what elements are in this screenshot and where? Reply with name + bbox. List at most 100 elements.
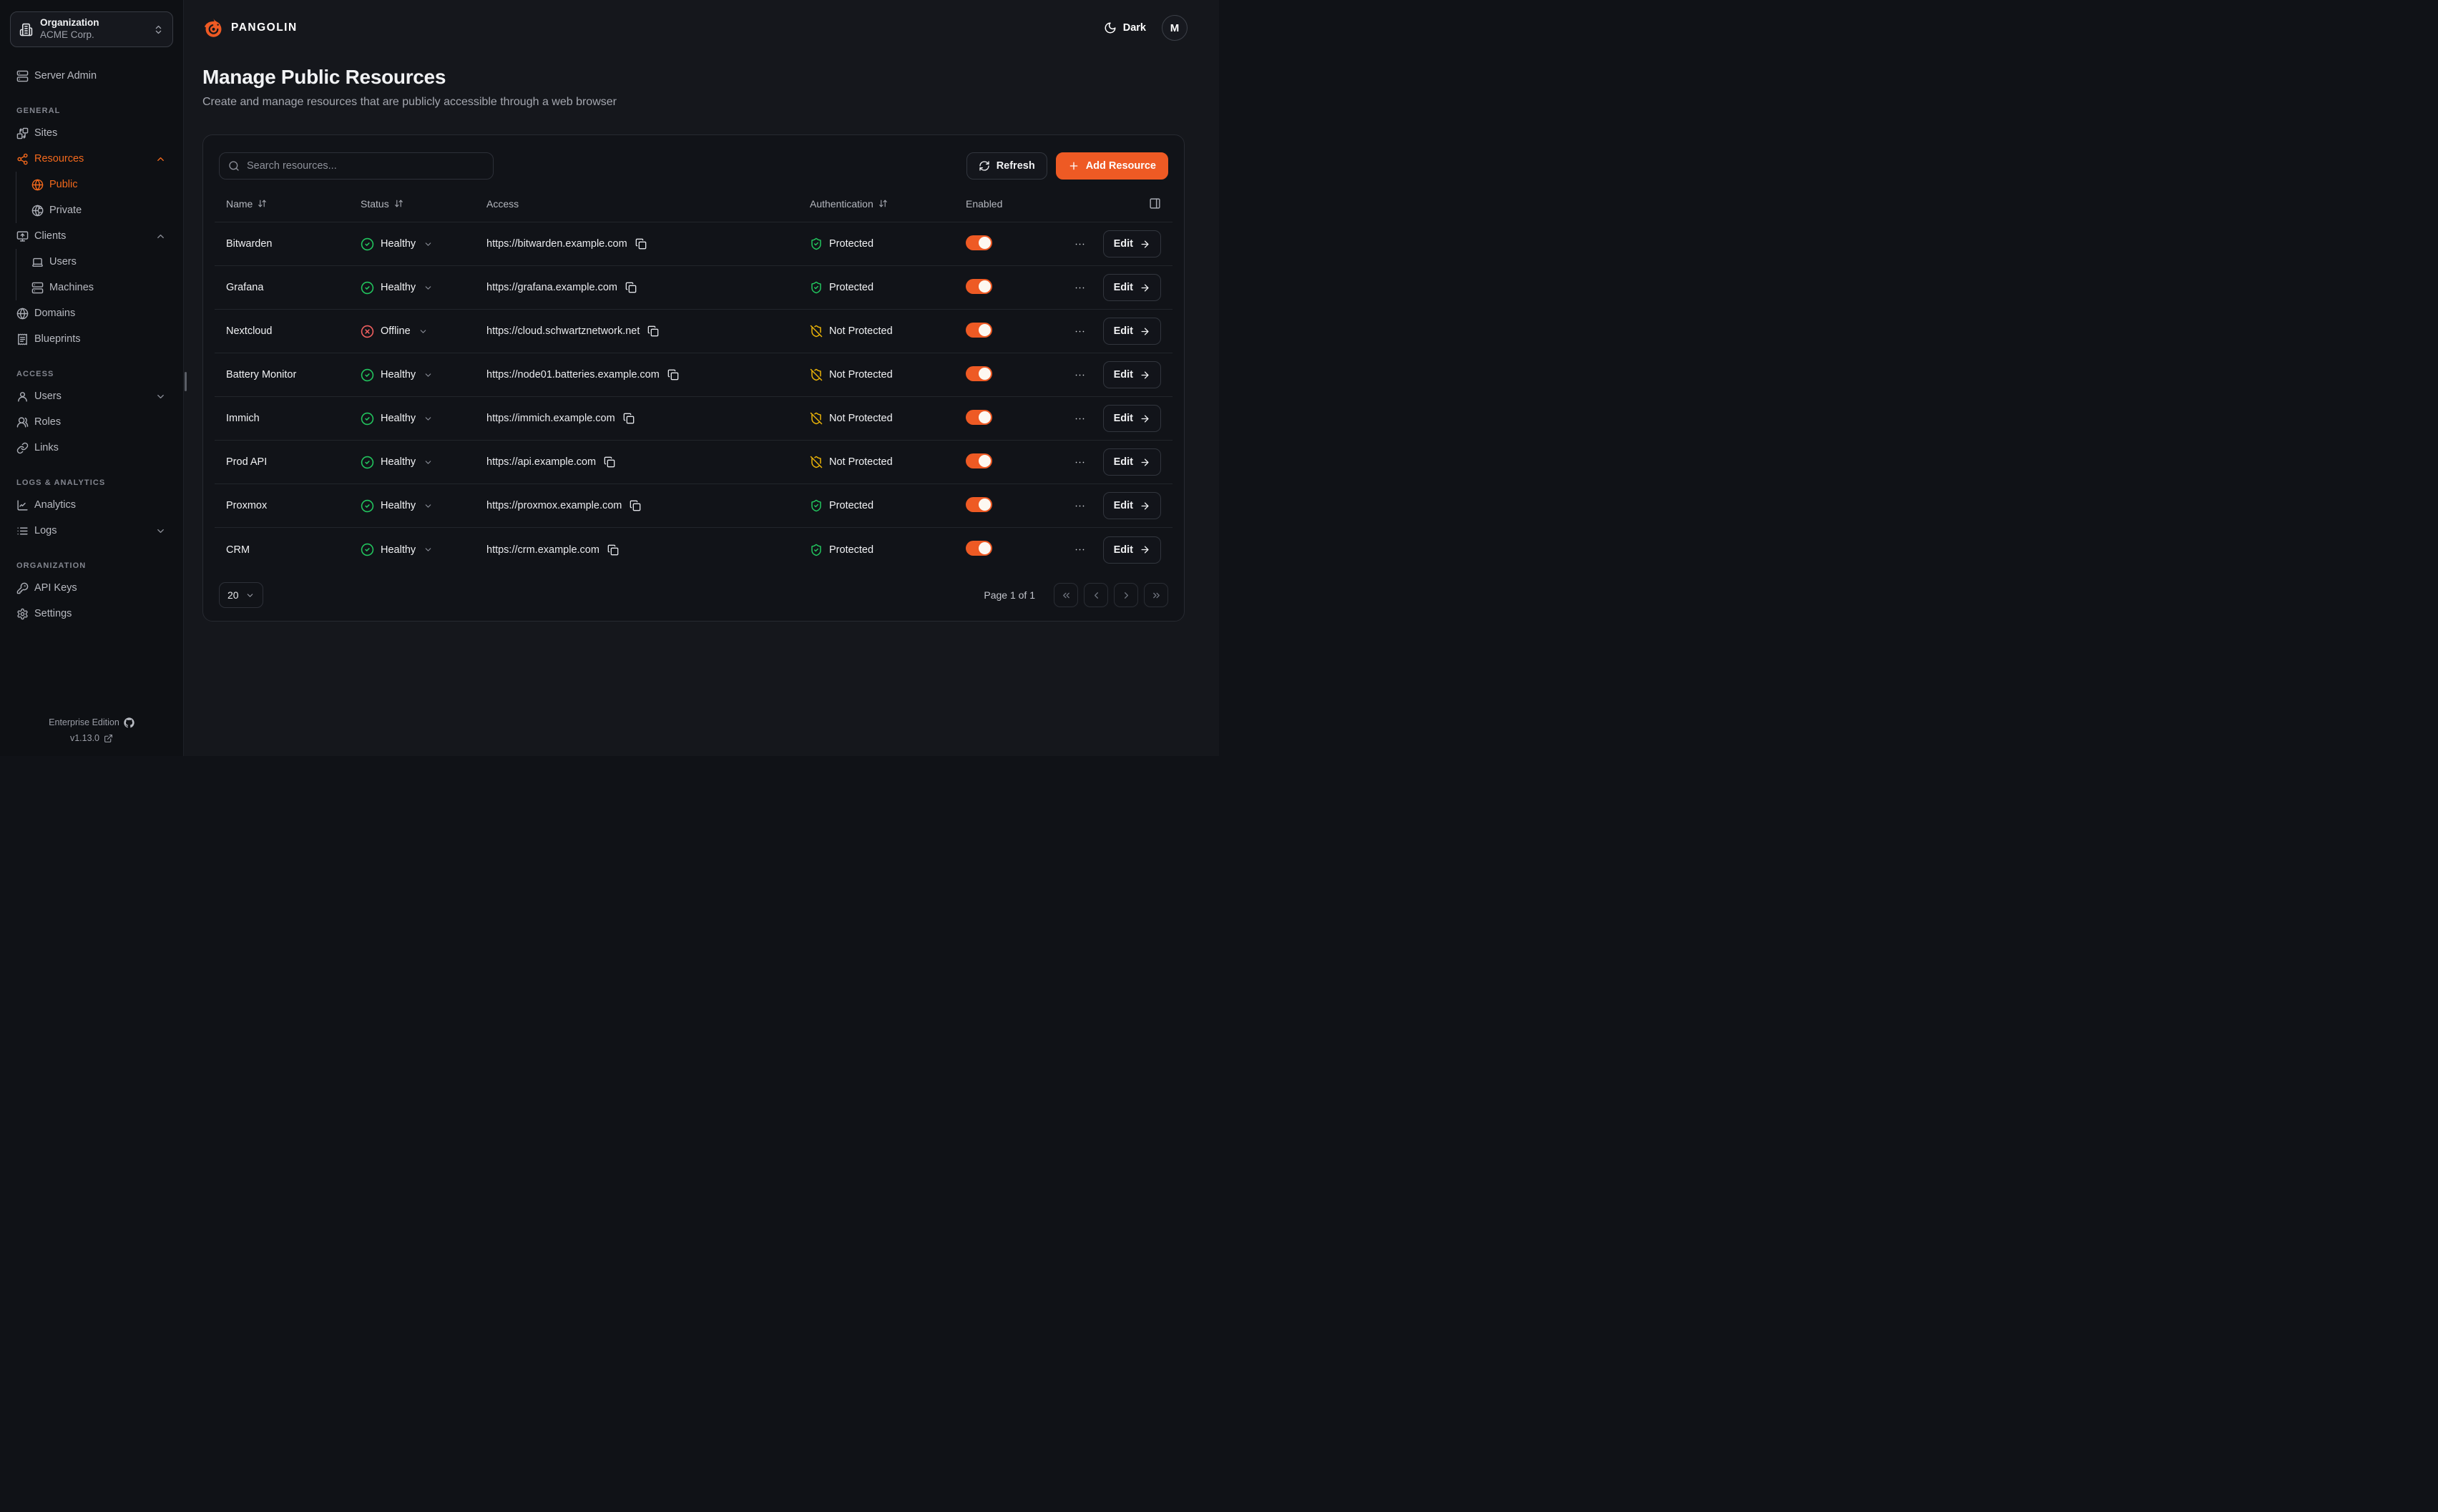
sidebar-item-private[interactable]: Private [16,197,173,223]
chevron-left-icon [1091,590,1102,601]
edit-button[interactable]: Edit [1103,405,1161,432]
add-resource-button[interactable]: Add Resource [1056,152,1168,180]
enabled-toggle[interactable] [966,497,992,512]
status-cell[interactable]: Healthy [361,412,486,426]
copy-icon [635,238,647,250]
toolbar-actions: Refresh Add Resource [966,152,1168,180]
row-menu-button[interactable] [1071,279,1089,297]
sidebar-item-domains[interactable]: Domains [10,300,173,326]
enabled-toggle[interactable] [966,410,992,425]
enabled-toggle[interactable] [966,453,992,468]
edit-button[interactable]: Edit [1103,361,1161,388]
edit-button[interactable]: Edit [1103,274,1161,301]
status-cell[interactable]: Healthy [361,281,486,295]
resource-url[interactable]: https://crm.example.com [486,544,599,556]
edit-button[interactable]: Edit [1103,318,1161,345]
sidebar-item-logs[interactable]: Logs [10,518,173,544]
chevron-down-icon [424,501,433,511]
row-menu-button[interactable] [1071,541,1089,559]
previous-page-button[interactable] [1084,583,1108,607]
sort-icon[interactable] [258,199,267,208]
copy-url-button[interactable] [623,413,635,424]
edit-button[interactable]: Edit [1103,492,1161,519]
status-cell[interactable]: Healthy [361,237,486,251]
copy-url-button[interactable] [635,238,647,250]
enabled-toggle[interactable] [966,366,992,381]
enabled-toggle[interactable] [966,323,992,338]
sidebar-item-machines[interactable]: Machines [16,275,173,300]
sidebar-section-organization: ORGANIZATION [10,556,173,575]
status-cell[interactable]: Healthy [361,456,486,469]
edit-button[interactable]: Edit [1103,448,1161,476]
row-menu-button[interactable] [1071,453,1089,471]
enabled-toggle[interactable] [966,541,992,556]
sort-icon[interactable] [878,199,888,208]
actions-cell: Edit [1069,318,1161,345]
sidebar-scrollbar-thumb[interactable] [185,372,187,391]
resource-url[interactable]: https://node01.batteries.example.com [486,369,660,381]
sidebar-item-links[interactable]: Links [10,435,173,461]
next-page-button[interactable] [1114,583,1138,607]
resource-url[interactable]: https://api.example.com [486,456,596,468]
sidebar-item-api-keys[interactable]: API Keys [10,575,173,601]
avatar[interactable]: M [1162,15,1188,41]
sidebar-item-resources[interactable]: Resources [10,146,173,172]
toggle-knob [979,411,991,423]
resource-url[interactable]: https://bitwarden.example.com [486,238,627,250]
sidebar-item-public[interactable]: Public [16,172,173,197]
sidebar-item-settings[interactable]: Settings [10,601,173,627]
edit-button[interactable]: Edit [1103,230,1161,257]
copy-url-button[interactable] [607,544,619,556]
resource-url[interactable]: https://proxmox.example.com [486,500,622,511]
external-link-icon[interactable] [104,734,113,743]
page-size-select[interactable]: 20 [219,582,263,608]
resource-url[interactable]: https://grafana.example.com [486,282,617,293]
status-cell[interactable]: Healthy [361,368,486,382]
brand[interactable]: PANGOLIN [202,17,298,39]
sidebar-item-sites[interactable]: Sites [10,120,173,146]
copy-url-button[interactable] [630,500,641,511]
column-header-status[interactable]: Status [361,198,486,210]
sidebar-item-clients[interactable]: Clients [10,223,173,249]
github-icon[interactable] [124,717,134,728]
row-menu-button[interactable] [1071,235,1089,253]
copy-url-button[interactable] [604,456,615,468]
sidebar-item-users[interactable]: Users [10,383,173,409]
status-label: Healthy [381,500,416,511]
status-cell[interactable]: Healthy [361,543,486,556]
refresh-button[interactable]: Refresh [966,152,1047,180]
copy-url-button[interactable] [625,282,637,293]
table-row: Immich Healthy https://immich.example.co… [215,397,1173,441]
last-page-button[interactable] [1144,583,1168,607]
enabled-toggle[interactable] [966,279,992,294]
edit-button[interactable]: Edit [1103,536,1161,564]
status-cell[interactable]: Offline [361,325,486,338]
resource-url[interactable]: https://immich.example.com [486,413,615,424]
first-page-button[interactable] [1054,583,1078,607]
sort-icon[interactable] [394,199,403,208]
search-input[interactable] [247,160,484,172]
status-cell[interactable]: Healthy [361,499,486,513]
row-menu-button[interactable] [1071,366,1089,384]
copy-url-button[interactable] [647,325,659,337]
columns-icon[interactable] [1149,197,1161,210]
column-header-authentication[interactable]: Authentication [810,198,966,210]
resource-url[interactable]: https://cloud.schwartznetwork.net [486,325,640,337]
sidebar-item-roles[interactable]: Roles [10,409,173,435]
copy-url-button[interactable] [667,369,679,381]
row-menu-button[interactable] [1071,497,1089,515]
shield-off-icon [810,456,823,468]
row-menu-button[interactable] [1071,410,1089,428]
theme-toggle-button[interactable]: Dark [1104,21,1146,34]
sidebar-item-server-admin[interactable]: Server Admin [10,63,173,89]
copy-icon [647,325,659,337]
row-menu-button[interactable] [1071,323,1089,340]
sidebar-item-client-users[interactable]: Users [16,249,173,275]
enabled-toggle[interactable] [966,235,992,250]
sidebar-item-blueprints[interactable]: Blueprints [10,326,173,352]
table-row: CRM Healthy https://crm.example.com [215,528,1173,571]
status-label: Healthy [381,369,416,381]
sidebar-item-analytics[interactable]: Analytics [10,492,173,518]
column-header-name[interactable]: Name [226,198,361,210]
org-switcher[interactable]: Organization ACME Corp. [10,11,173,47]
